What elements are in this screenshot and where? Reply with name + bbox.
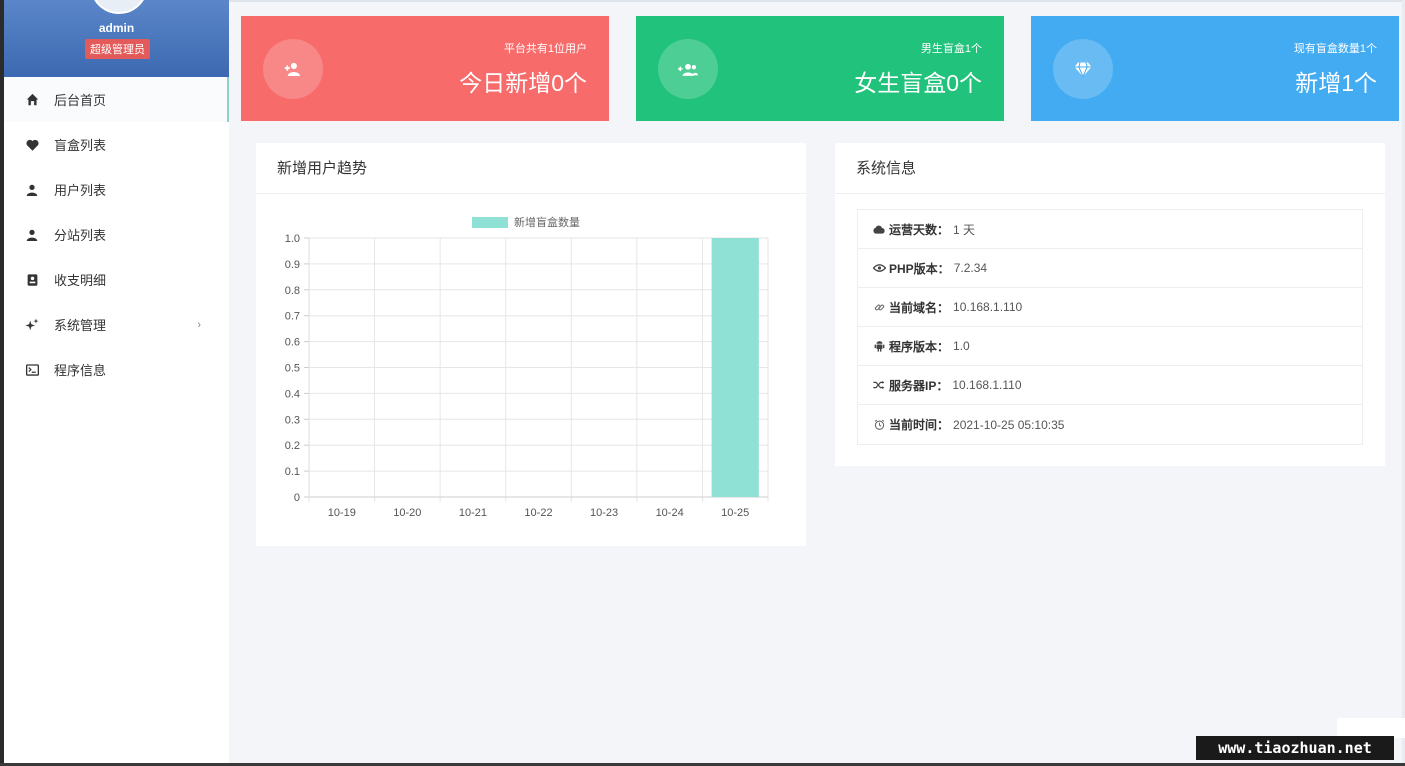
sidebar-item-home[interactable]: 后台首页 <box>4 77 229 122</box>
stat-card-blindbox-count: 现有盲盒数量1个 新增1个 <box>1031 16 1399 121</box>
y-tick-label: 0.4 <box>285 388 300 400</box>
watermark: www.tiaozhuan.net <box>1196 736 1394 760</box>
y-tick-label: 0.8 <box>285 285 300 297</box>
card-subtitle: 平台共有1位用户 <box>503 43 587 55</box>
info-row-server-ip: 服务器IP： 10.168.1.110 <box>858 366 1362 405</box>
heart-icon <box>25 138 39 152</box>
legend-label[interactable]: 新增盲盒数量 <box>514 215 580 229</box>
bar-chart: 新增盲盒数量 1.0 0.9 0.8 0.7 0.6 0.5 0.4 0.3 0.2 0.1 0 1… <box>285 215 769 519</box>
bar-10-25[interactable] <box>711 238 759 497</box>
y-tick-label: 1.0 <box>285 233 300 245</box>
info-label: 服务器IP： <box>889 378 949 393</box>
sidebar-item-label: 收支明细 <box>54 273 107 288</box>
y-tick-label: 0.6 <box>285 337 300 349</box>
sidebar-menu: 后台首页 盲盒列表 用户列表 分站列表 收支明细 系统管理 › 程序信息 <box>4 77 229 392</box>
info-label: 运营天数： <box>889 222 950 237</box>
chart-bars <box>711 238 759 497</box>
user-icon <box>25 183 39 197</box>
x-axis-ticks: 10-19 10-20 10-21 10-22 10-23 10-24 10-25 <box>328 507 750 519</box>
x-tick-label: 10-24 <box>656 507 684 519</box>
stat-card-blindbox-gender: 男生盲盒1个 女生盲盒0个 <box>636 16 1004 121</box>
card-value: 女生盲盒0个 <box>854 70 982 96</box>
info-label: PHP版本： <box>889 261 950 276</box>
info-row-current-time: 当前时间： 2021-10-25 05:10:35 <box>858 405 1362 444</box>
x-tick-label: 10-25 <box>721 507 749 519</box>
x-tick-label: 10-21 <box>459 507 487 519</box>
add-user-icon <box>263 39 323 99</box>
link-icon <box>872 301 886 313</box>
user-icon <box>25 228 39 242</box>
info-value: 1 天 <box>953 222 976 237</box>
info-value: 10.168.1.110 <box>952 378 1022 392</box>
sidebar: admin 超级管理员 后台首页 盲盒列表 用户列表 分站列表 收支明细 系统管… <box>0 0 229 766</box>
card-value: 新增1个 <box>1295 70 1377 96</box>
sidebar-item-transactions[interactable]: 收支明细 <box>4 257 229 302</box>
watermark-backdrop <box>1337 718 1405 738</box>
shuffle-icon <box>872 379 886 391</box>
info-value: 7.2.34 <box>953 261 988 275</box>
user-trend-panel: 新增用户趋势 新增盲盒数量 1.0 0.9 0.8 0.7 0.6 0.5 0.4 0.3 0.… <box>256 143 806 546</box>
sidebar-item-label: 盲盒列表 <box>54 138 107 153</box>
sidebar-item-system-management[interactable]: 系统管理 › <box>4 302 229 347</box>
sidebar-item-substation-list[interactable]: 分站列表 <box>4 212 229 257</box>
y-tick-label: 0 <box>294 492 300 504</box>
card-subtitle: 现有盲盒数量1个 <box>1293 43 1377 55</box>
info-row-php-version: PHP版本： 7.2.34 <box>858 249 1362 288</box>
info-value: 10.168.1.110 <box>953 300 1023 314</box>
system-info-list: 运营天数： 1 天 PHP版本： 7.2.34 当前域名： 10.168.1.1… <box>857 209 1363 445</box>
diamond-icon <box>1053 39 1113 99</box>
sidebar-item-program-info[interactable]: 程序信息 <box>4 347 229 392</box>
info-label: 当前域名： <box>889 300 950 315</box>
panel-title: 新增用户趋势 <box>256 143 806 194</box>
contacts-icon <box>25 273 39 287</box>
admin-name: admin <box>98 21 135 35</box>
android-icon <box>872 340 886 352</box>
y-tick-label: 0.7 <box>285 311 300 323</box>
system-info-panel: 系统信息 运营天数： 1 天 PHP版本： 7.2.34 当前域名： 10.16… <box>835 143 1385 466</box>
users-icon <box>658 39 718 99</box>
sidebar-profile: admin 超级管理员 <box>4 0 229 77</box>
sidebar-item-blindbox-list[interactable]: 盲盒列表 <box>4 122 229 167</box>
sidebar-item-label: 系统管理 <box>54 318 107 333</box>
info-row-operating-days: 运营天数： 1 天 <box>858 210 1362 249</box>
y-tick-label: 0.5 <box>285 363 300 375</box>
card-value: 今日新增0个 <box>459 70 587 96</box>
terminal-icon <box>25 363 39 377</box>
home-icon <box>25 93 39 107</box>
chart-grid <box>304 237 769 502</box>
info-row-program-version: 程序版本： 1.0 <box>858 327 1362 366</box>
panel-title: 系统信息 <box>835 143 1385 194</box>
x-tick-label: 10-20 <box>393 507 421 519</box>
card-subtitle: 男生盲盒1个 <box>920 43 982 55</box>
x-tick-label: 10-19 <box>328 507 356 519</box>
sidebar-item-label: 后台首页 <box>54 93 107 108</box>
x-tick-label: 10-22 <box>524 507 552 519</box>
info-label: 当前时间： <box>889 418 950 432</box>
y-tick-label: 0.3 <box>285 414 300 426</box>
sidebar-item-label: 用户列表 <box>54 183 107 198</box>
y-tick-label: 0.9 <box>285 259 300 271</box>
info-value: 2021-10-25 05:10:35 <box>953 417 1065 432</box>
y-axis-ticks: 1.0 0.9 0.8 0.7 0.6 0.5 0.4 0.3 0.2 0.1 0 <box>285 233 300 504</box>
avatar[interactable] <box>90 0 148 14</box>
y-tick-label: 0.2 <box>285 440 300 452</box>
legend-swatch[interactable] <box>472 217 508 228</box>
info-row-current-domain: 当前域名： 10.168.1.110 <box>858 288 1362 327</box>
info-label: 程序版本： <box>889 339 950 354</box>
clock-icon <box>872 419 886 431</box>
sidebar-item-user-list[interactable]: 用户列表 <box>4 167 229 212</box>
sidebar-item-label: 程序信息 <box>54 363 107 378</box>
cloud-icon <box>872 223 886 235</box>
stat-card-users: 平台共有1位用户 今日新增0个 <box>241 16 609 121</box>
info-value: 1.0 <box>953 339 970 353</box>
role-badge: 超级管理员 <box>85 39 150 59</box>
x-tick-label: 10-23 <box>590 507 618 519</box>
sparkle-icon <box>25 317 39 332</box>
chevron-right-icon: › <box>197 318 201 331</box>
sidebar-item-label: 分站列表 <box>54 228 107 243</box>
eye-icon <box>872 262 886 274</box>
y-tick-label: 0.1 <box>285 466 300 478</box>
